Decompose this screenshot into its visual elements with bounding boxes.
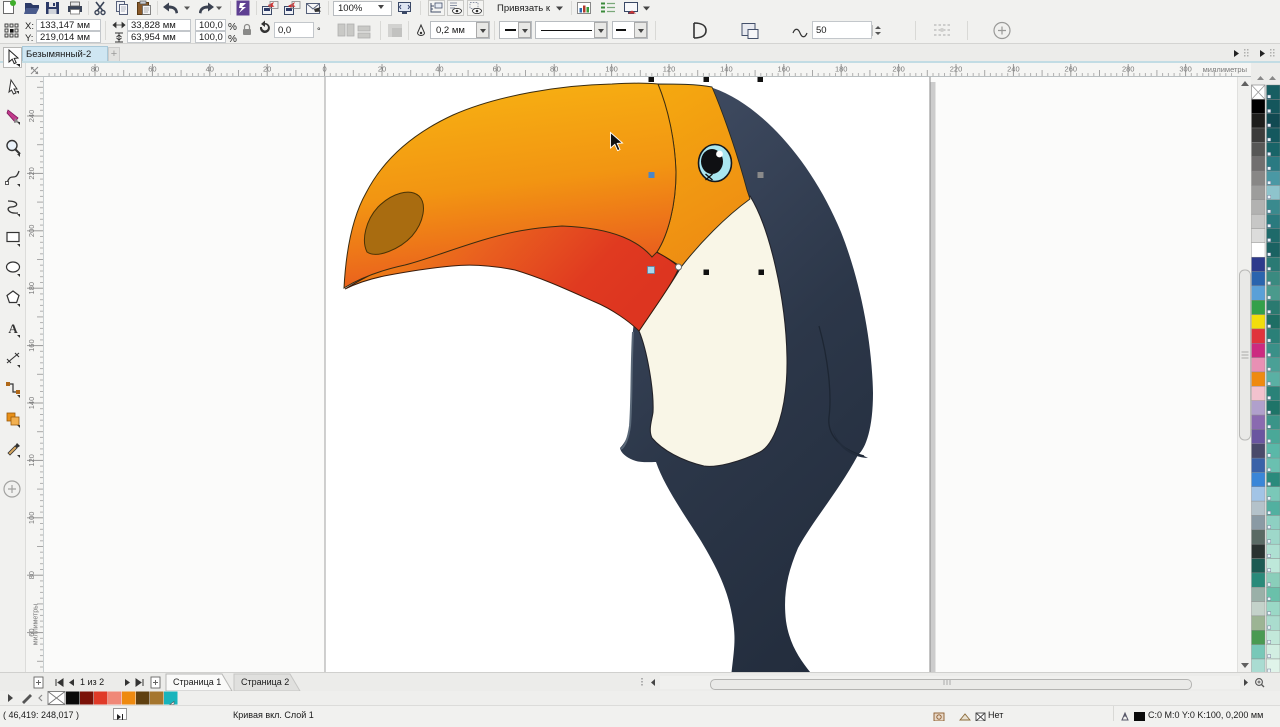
svg-text:220: 220 (27, 167, 36, 180)
svg-text:0: 0 (323, 65, 327, 74)
svg-text:60: 60 (493, 65, 501, 74)
svg-text:40: 40 (435, 65, 443, 74)
svg-text:280: 280 (1122, 65, 1135, 74)
svg-text:80: 80 (27, 571, 36, 579)
svg-text:240: 240 (27, 110, 36, 123)
svg-text:100: 100 (27, 512, 36, 525)
svg-text:180: 180 (27, 282, 36, 295)
svg-text:°: ° (317, 26, 321, 36)
svg-text:100: 100 (605, 65, 618, 74)
svg-text:80: 80 (550, 65, 558, 74)
svg-text:140: 140 (27, 397, 36, 410)
svg-text:20: 20 (263, 65, 271, 74)
svg-text:140: 140 (720, 65, 733, 74)
svg-text:160: 160 (27, 339, 36, 352)
svg-text:300: 300 (1179, 65, 1192, 74)
svg-text:20: 20 (378, 65, 386, 74)
svg-text:60: 60 (148, 65, 156, 74)
svg-text:200: 200 (27, 225, 36, 238)
svg-text:180: 180 (835, 65, 848, 74)
svg-text:%: % (228, 22, 237, 33)
svg-text:220: 220 (950, 65, 963, 74)
svg-text:160: 160 (778, 65, 791, 74)
svg-text:120: 120 (27, 454, 36, 467)
svg-text:240: 240 (1007, 65, 1020, 74)
svg-text:120: 120 (663, 65, 676, 74)
svg-text:A: A (8, 321, 18, 336)
svg-text:80: 80 (91, 65, 99, 74)
svg-text:260: 260 (1065, 65, 1078, 74)
svg-text:40: 40 (206, 65, 214, 74)
svg-text:%: % (228, 34, 237, 44)
svg-text:200: 200 (892, 65, 905, 74)
